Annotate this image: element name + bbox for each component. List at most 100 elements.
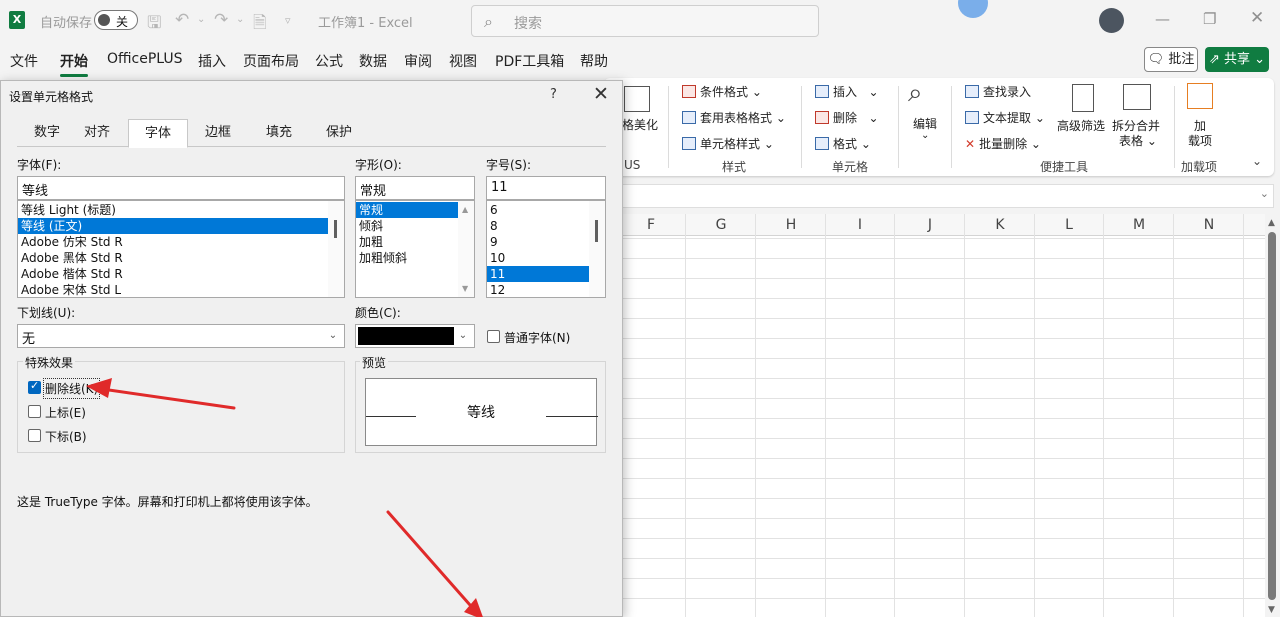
subscript-checkbox[interactable] (28, 429, 41, 442)
undo-dropdown-icon[interactable]: ⌄ (197, 14, 205, 25)
vertical-scrollbar[interactable]: ▲ ▼ (1265, 214, 1280, 617)
dialog-help-button[interactable]: ? (550, 87, 557, 102)
menu-view[interactable]: 视图 (449, 51, 477, 71)
menu-review[interactable]: 审阅 (404, 51, 432, 71)
column-header-k[interactable]: K (965, 217, 1035, 233)
delete-cells-button[interactable]: 删除 ⌄ (815, 109, 879, 126)
table-format-button[interactable]: 套用表格格式 ⌄ (682, 109, 786, 126)
format-cells-button[interactable]: 格式 ⌄ (815, 135, 871, 152)
font-list-item[interactable]: Adobe 楷体 Std R (18, 266, 344, 282)
column-header-j[interactable]: J (895, 217, 965, 233)
chevron-down-icon[interactable]: ⌄ (454, 325, 472, 347)
font-list-item[interactable]: Adobe 仿宋 Std R (18, 234, 344, 250)
split-merge-label-2[interactable]: 表格 ⌄ (1119, 132, 1157, 149)
menu-file[interactable]: 文件 (10, 51, 38, 71)
redo-dropdown-icon[interactable]: ⌄ (236, 14, 244, 25)
beautify-label[interactable]: 格美化 (622, 116, 658, 133)
font-list-scroll-thumb[interactable] (334, 220, 337, 238)
column-header-i[interactable]: I (825, 217, 895, 233)
superscript-checkbox[interactable] (28, 405, 41, 418)
font-style-scrollbar[interactable]: ▲ ▼ (458, 201, 474, 297)
copilot-icon[interactable] (958, 0, 988, 18)
formula-bar[interactable]: ⌄ (622, 184, 1274, 208)
normal-font-checkbox[interactable] (487, 330, 500, 343)
formula-bar-expand-icon[interactable]: ⌄ (1260, 187, 1269, 200)
edit-search-icon[interactable]: ⌕ (908, 78, 923, 109)
batch-delete-button[interactable]: ✕ 批量删除 ⌄ (965, 135, 1041, 152)
text-extract-button[interactable]: 文本提取 ⌄ (965, 109, 1045, 126)
minimize-icon[interactable]: — (1155, 10, 1170, 28)
font-size-item[interactable]: 9 (487, 234, 589, 250)
scrollbar-thumb[interactable] (1268, 232, 1276, 600)
dialog-close-icon[interactable]: ✕ (593, 83, 609, 105)
column-header-h[interactable]: H (756, 217, 826, 233)
column-header-l[interactable]: L (1034, 217, 1104, 233)
menu-officeplus[interactable]: OfficePLUS (107, 51, 183, 67)
autosave-toggle[interactable]: 关 (94, 10, 138, 30)
scroll-up-icon[interactable]: ▲ (1268, 218, 1275, 228)
font-list[interactable]: 等线 Light (标题) 等线 (正文) Adobe 仿宋 Std R Ado… (17, 200, 345, 298)
column-header-n[interactable]: N (1174, 217, 1244, 233)
menu-formulas[interactable]: 公式 (315, 51, 343, 71)
menu-help[interactable]: 帮助 (580, 51, 608, 71)
advanced-filter-label[interactable]: 高级筛选 (1057, 117, 1105, 134)
font-list-item[interactable]: Adobe 宋体 Std L (18, 282, 344, 297)
menu-insert[interactable]: 插入 (198, 51, 226, 71)
ribbon-collapse-icon[interactable]: ⌄ (1252, 154, 1262, 168)
save-icon[interactable]: 🖫 (147, 10, 161, 39)
font-list-item[interactable]: Adobe 黑体 Std R (18, 250, 344, 266)
customize-toolbar-icon[interactable]: ▿ (285, 14, 291, 27)
edit-dropdown-icon[interactable]: ⌄ (921, 130, 929, 141)
print-preview-icon[interactable]: 🗎 (253, 10, 267, 39)
font-size-scrollbar[interactable] (589, 201, 605, 297)
font-size-scroll-thumb[interactable] (595, 220, 598, 242)
column-header-g[interactable]: G (686, 217, 756, 233)
subscript-label[interactable]: 下标(B) (45, 428, 87, 445)
font-style-item[interactable]: 加粗倾斜 (356, 250, 458, 266)
worksheet-grid[interactable]: F G H I J K L M N (622, 214, 1265, 617)
beautify-icon[interactable] (624, 86, 650, 112)
scroll-down-icon[interactable]: ▼ (462, 284, 468, 293)
font-input[interactable]: 等线 (17, 176, 345, 200)
color-select[interactable]: ⌄ (355, 324, 475, 348)
font-style-input[interactable]: 常规 (355, 176, 475, 200)
font-size-item[interactable]: 10 (487, 250, 589, 266)
tab-protection[interactable]: 保护 (309, 119, 369, 147)
strikethrough-checkbox[interactable] (28, 379, 41, 394)
tab-font[interactable]: 字体 (128, 119, 188, 148)
font-size-item[interactable]: 12 (487, 282, 589, 297)
chevron-down-icon[interactable]: ⌄ (324, 325, 342, 347)
strikethrough-label[interactable]: 删除线(K) (42, 378, 101, 399)
underline-select[interactable]: 无 ⌄ (17, 324, 345, 348)
superscript-label[interactable]: 上标(E) (45, 404, 86, 421)
insert-cells-button[interactable]: 插入 ⌄ (815, 83, 879, 100)
font-style-item[interactable]: 加粗 (356, 234, 458, 250)
menu-page-layout[interactable]: 页面布局 (243, 51, 299, 71)
normal-font-label[interactable]: 普通字体(N) (504, 329, 570, 346)
font-style-item-selected[interactable]: 常规 (356, 202, 458, 218)
font-size-input[interactable]: 11 (486, 176, 606, 200)
redo-icon[interactable]: ↷ (214, 10, 228, 30)
font-style-list[interactable]: 常规 倾斜 加粗 加粗倾斜 ▲ ▼ (355, 200, 475, 298)
split-merge-icon[interactable] (1123, 84, 1151, 110)
restore-icon[interactable]: ❐ (1203, 10, 1216, 28)
close-icon[interactable]: ✕ (1250, 8, 1264, 28)
tab-border[interactable]: 边框 (188, 119, 248, 147)
search-box[interactable]: ⌕ 搜索 (471, 5, 819, 37)
find-record-button[interactable]: 查找录入 (965, 83, 1031, 100)
share-button[interactable]: ⇗ 共享 ⌄ (1205, 47, 1269, 72)
advanced-filter-icon[interactable] (1072, 84, 1094, 112)
undo-icon[interactable]: ↶ (175, 10, 189, 30)
comments-button[interactable]: 🗨 批注 (1144, 47, 1198, 72)
menu-home[interactable]: 开始 (60, 51, 88, 77)
font-size-item[interactable]: 6 (487, 202, 589, 218)
scroll-down-icon[interactable]: ▼ (1268, 605, 1275, 615)
font-list-item[interactable]: 等线 Light (标题) (18, 202, 344, 218)
tab-alignment[interactable]: 对齐 (67, 119, 127, 147)
font-size-item-selected[interactable]: 11 (487, 266, 589, 282)
column-header-m[interactable]: M (1104, 217, 1174, 233)
tab-fill[interactable]: 填充 (249, 119, 309, 147)
font-list-scrollbar[interactable] (328, 201, 344, 297)
font-size-item[interactable]: 8 (487, 218, 589, 234)
scroll-up-icon[interactable]: ▲ (462, 205, 468, 214)
